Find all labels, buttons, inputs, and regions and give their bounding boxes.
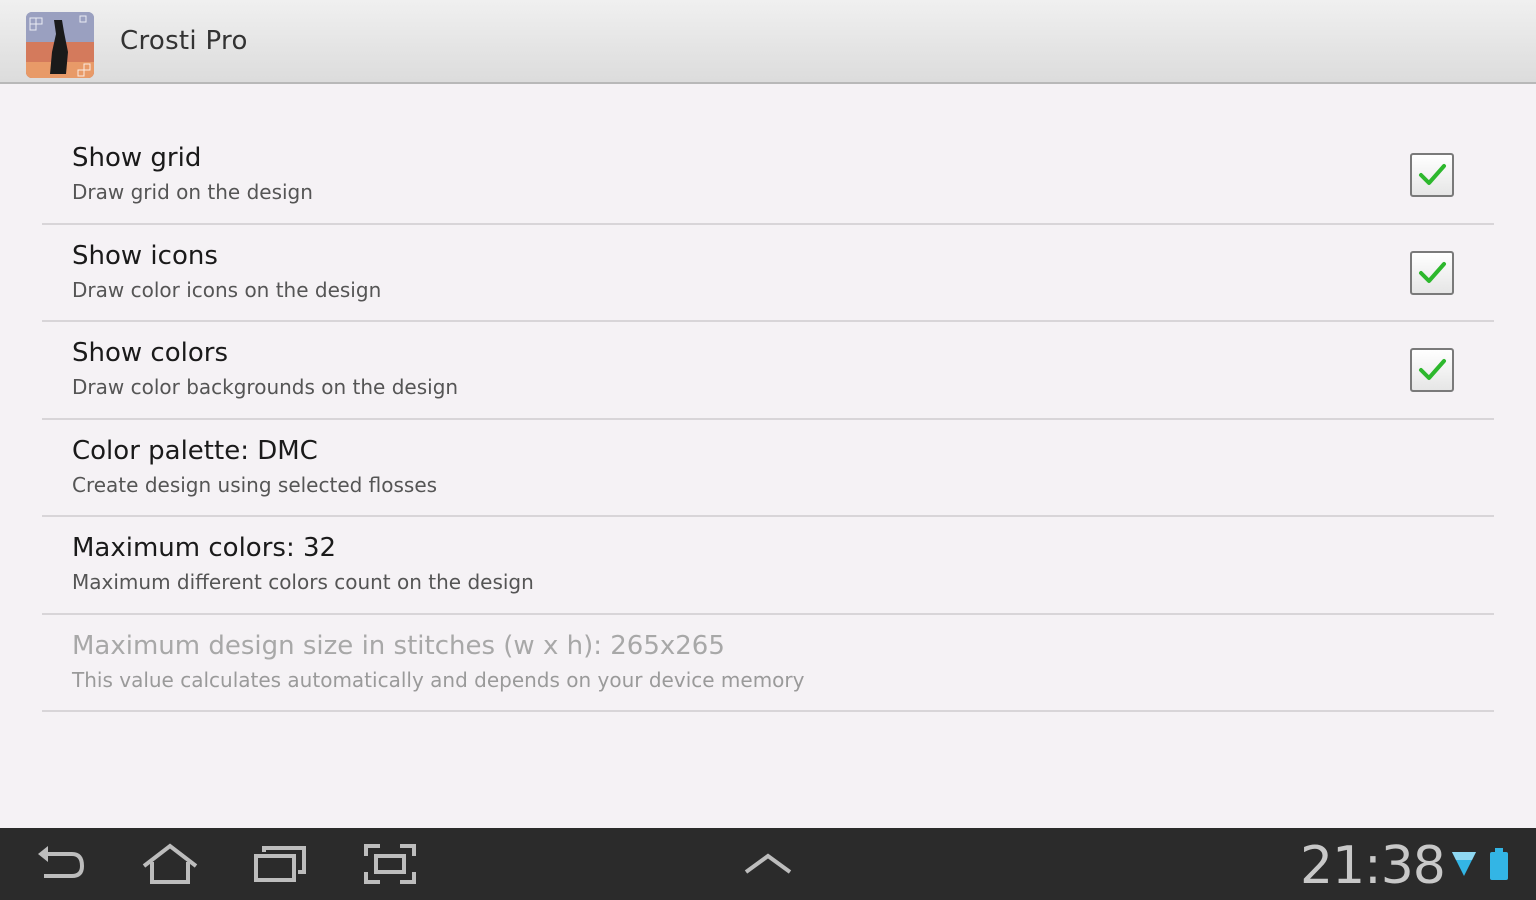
settings-screen: Crosti Pro Show grid Draw grid on the de… [0, 0, 1536, 900]
app-title: Crosti Pro [120, 26, 248, 56]
system-nav-bar: 21:38 [0, 828, 1536, 900]
pref-summary: This value calculates automatically and … [72, 667, 805, 692]
pref-show-grid[interactable]: Show grid Draw grid on the design [42, 127, 1494, 225]
pref-summary: Maximum different colors count on the de… [72, 570, 534, 594]
pref-summary: Create design using selected flosses [72, 472, 438, 497]
pref-maximum-colors[interactable]: Maximum colors: 32 Maximum different col… [42, 517, 1494, 615]
pref-max-design-size: Maximum design size in stitches (w x h):… [42, 615, 1494, 712]
check-mark-icon [1419, 359, 1446, 380]
action-bar: Crosti Pro [0, 0, 1536, 84]
back-icon[interactable] [30, 842, 90, 886]
pref-title: Show icons [72, 240, 218, 271]
pref-summary: Draw color backgrounds on the design [72, 375, 459, 399]
show-grid-checkbox[interactable] [1410, 153, 1454, 197]
pref-color-palette[interactable]: Color palette: DMC Create design using s… [42, 420, 1494, 517]
recent-apps-icon[interactable] [250, 842, 310, 886]
battery-icon [1490, 848, 1508, 880]
pref-title: Maximum colors: 32 [72, 533, 337, 563]
wifi-icon [1452, 852, 1476, 876]
pref-title: Show colors [72, 338, 228, 368]
pref-title: Show grid [72, 143, 202, 173]
show-colors-checkbox[interactable] [1410, 348, 1454, 392]
home-icon[interactable] [140, 842, 200, 886]
crosti-app-icon[interactable] [26, 12, 94, 78]
clock[interactable]: 21:38 [1300, 836, 1446, 896]
pref-title: Color palette: DMC [72, 435, 318, 466]
pref-show-colors[interactable]: Show colors Draw color backgrounds on th… [42, 322, 1494, 420]
preference-list: Show grid Draw grid on the design Show i… [42, 127, 1494, 712]
chevron-up-icon[interactable] [738, 842, 798, 886]
screenshot-icon[interactable] [360, 842, 420, 886]
pref-show-icons[interactable]: Show icons Draw color icons on the desig… [42, 225, 1494, 322]
pref-summary: Draw grid on the design [72, 180, 313, 204]
pref-summary: Draw color icons on the design [72, 277, 382, 302]
pref-title: Maximum design size in stitches (w x h):… [72, 630, 725, 661]
check-mark-icon [1419, 261, 1446, 283]
check-mark-icon [1419, 164, 1446, 185]
show-icons-checkbox[interactable] [1410, 250, 1454, 295]
